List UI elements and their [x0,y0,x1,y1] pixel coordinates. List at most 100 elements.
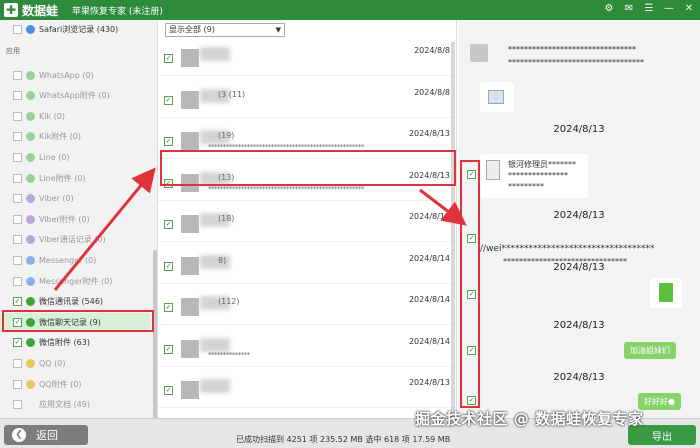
sidebar-item[interactable]: QQ附件 (0) [0,375,150,393]
scan-status: 已成功扫描到 4251 项 235.52 MB 选中 618 项 17.59 M… [236,435,451,444]
sidebar-item[interactable]: Viber通话记录 (0) [0,231,150,249]
chat-pane: ******************************** *******… [458,20,700,418]
row-checkbox[interactable]: ✓ [164,137,173,146]
conversation-name: (3 (11) [218,89,246,99]
row-checkbox[interactable]: ✓ [164,54,173,63]
file-message-text: 银河修理员******* *************** ********* [508,159,576,192]
file-message[interactable]: 银河修理员******* *************** ********* [480,154,588,198]
avatar [181,132,199,150]
highlight-box [160,150,456,186]
conversation-row[interactable]: ✓ 2024/8/8 [158,42,456,76]
conversation-row[interactable]: ✓ (18) 2024/8/13 [158,208,456,242]
sidebar-item-label: 应用文档 (49) [39,400,90,410]
back-button[interactable]: ❮ 返回 [4,425,88,445]
checkbox[interactable] [13,358,22,368]
checkbox[interactable] [13,70,22,80]
sidebar-item[interactable]: ✓ 微信附件 (63) [0,334,150,352]
checkbox[interactable] [13,255,22,265]
settings-icon[interactable]: ⚙ [602,2,616,16]
sidebar-item-safari[interactable]: Safari浏览记录 (430) [0,20,150,38]
avatar [181,215,199,233]
sidebar-item[interactable]: ✓ 微信通讯录 (546) [0,293,150,311]
checkbox[interactable] [13,132,22,142]
sidebar-scrollbar[interactable] [153,250,157,430]
app-icon [26,400,35,409]
sidebar-item-label: Viber通话记录 (0) [39,235,106,245]
feedback-icon[interactable]: ✉ [622,2,636,16]
conversation-date: 2024/8/13 [408,378,450,387]
file-line: 银河修理员******* [508,160,576,169]
avatar [181,90,199,109]
sidebar-item[interactable]: WhatsApp (0) [0,66,150,84]
image-message[interactable] [480,82,514,112]
avatar [181,339,199,358]
row-checkbox[interactable]: ✓ [164,303,173,312]
close-icon[interactable]: ✕ [682,2,696,16]
conversation-row[interactable]: ✓ 2024/8/14 ************** [158,333,456,367]
checkbox[interactable] [13,24,22,34]
redacted-name [200,47,230,61]
checkbox[interactable] [13,400,22,410]
sidebar-item[interactable]: WhatsApp附件 (0) [0,87,150,105]
conversation-row[interactable]: ✓ 8) 2024/8/14 [158,250,456,284]
app-icon [26,235,35,245]
message-text: ******************************** [508,45,636,54]
app-title: 苹果恢复专家 (未注册) [72,6,163,17]
sidebar-item[interactable]: Viber (0) [0,190,150,208]
app-icon [26,255,35,265]
minimize-icon[interactable]: — [662,2,676,16]
checkbox[interactable] [13,379,22,389]
chat-date: 2024/8/13 [553,124,605,135]
checkbox[interactable] [13,235,22,245]
chat-date: 2024/8/13 [553,262,605,273]
list-scrollbar[interactable] [451,42,455,418]
checkbox[interactable] [13,173,22,183]
file-message[interactable] [650,278,682,308]
sidebar-item-label: Line (0) [39,152,70,162]
row-checkbox[interactable]: ✓ [164,386,173,395]
checkbox[interactable] [13,111,22,121]
sidebar-item-label: QQ附件 (0) [39,379,82,389]
title-bar: ✚ 数据蛙 苹果恢复专家 (未注册) ⚙ ✉ ☰ — ✕ [0,0,700,20]
row-checkbox[interactable]: ✓ [164,344,173,354]
row-checkbox[interactable]: ✓ [164,261,173,271]
file-line: *************** [508,171,568,180]
avatar [181,298,199,316]
conversation-preview: ************** [208,350,251,359]
highlight-box [2,310,154,332]
checkbox[interactable] [13,194,22,204]
app-icon [26,276,35,286]
filter-select[interactable]: 显示全部 (9) ▼ [165,23,285,37]
sidebar-item-label: Viber附件 (0) [39,214,90,224]
app-logo: ✚ 数据蛙 [4,2,58,19]
avatar [181,256,199,275]
sidebar-item[interactable]: 应用文档 (49) [0,396,150,414]
sidebar-item[interactable]: Viber附件 (0) [0,210,150,228]
sidebar-item[interactable]: Messenger (0) [0,251,150,269]
conversation-date: 2024/8/14 [408,336,450,346]
sidebar-item[interactable]: Line (0) [0,148,150,166]
filter-value: 显示全部 (9) [169,25,215,34]
checkbox[interactable] [13,214,22,224]
checkbox[interactable] [13,152,22,162]
checkbox[interactable] [13,91,22,101]
menu-icon[interactable]: ☰ [642,2,656,16]
conversation-row[interactable]: ✓ (112) 2024/8/14 [158,291,456,325]
row-checkbox[interactable]: ✓ [164,220,173,229]
logo-icon: ✚ [4,3,18,17]
checkbox[interactable]: ✓ [13,338,22,348]
sidebar-item[interactable]: Kik附件 (0) [0,128,150,146]
sidebar-item[interactable]: QQ (0) [0,354,150,372]
row-checkbox[interactable]: ✓ [164,95,173,105]
app-icon [26,132,35,142]
checkbox[interactable] [13,276,22,286]
app-icon [26,70,35,80]
conversation-row[interactable]: ✓ (3 (11) 2024/8/8 [158,84,456,118]
chat-date: 2024/8/13 [553,320,605,331]
sidebar-item[interactable]: Kik (0) [0,107,150,125]
sidebar-item[interactable]: Messenger附件 (0) [0,272,150,290]
sidebar-item[interactable]: Line附件 (0) [0,169,150,187]
conversation-name: 8) [218,255,227,265]
checkbox[interactable]: ✓ [13,297,22,307]
conversation-row[interactable]: ✓ 2024/8/13 [158,374,456,408]
